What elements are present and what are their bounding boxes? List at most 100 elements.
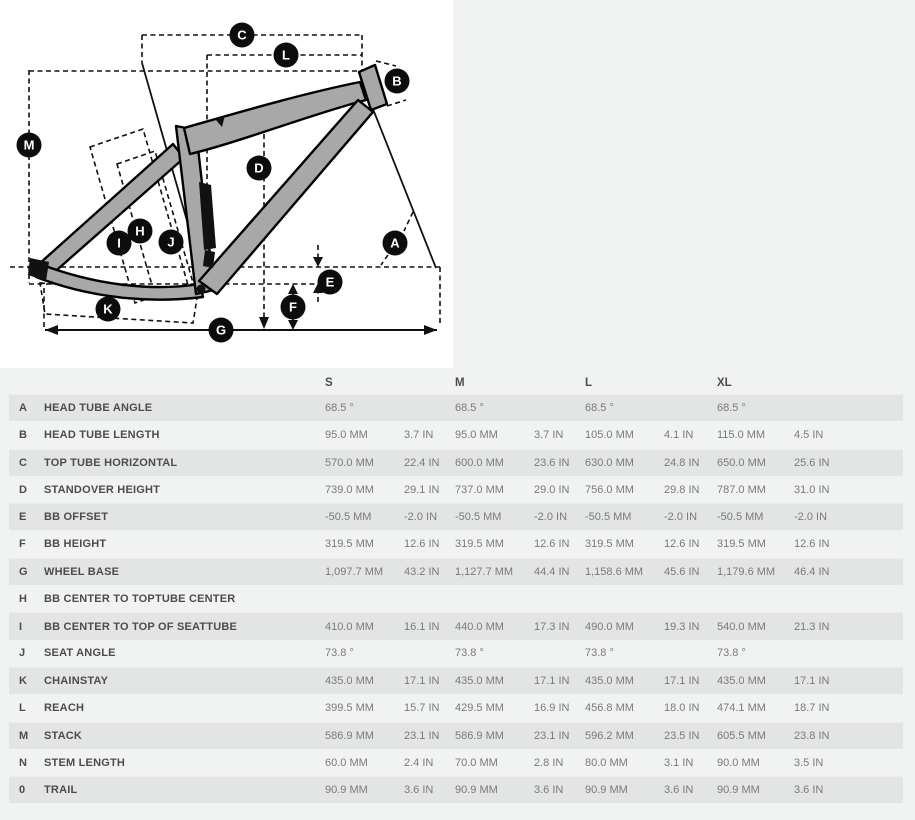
- row-measurement-name: REACH: [44, 701, 85, 714]
- row-value: 16.9 IN: [534, 701, 570, 714]
- row-letter: H: [19, 592, 28, 605]
- table-row: J SEAT ANGLE 73.8 ° 73.8 ° 73.8 ° 73.8 °: [9, 640, 903, 667]
- row-value: 435.0 MM: [717, 675, 766, 688]
- row-value: 23.6 IN: [534, 456, 570, 469]
- row-measurement-name: BB CENTER TO TOP OF SEATTUBE: [44, 620, 238, 633]
- table-row: L REACH 399.5 MM 15.7 IN 429.5 MM 16.9 IN 456.…: [9, 694, 903, 721]
- row-measurement-name: BB OFFSET: [44, 511, 109, 524]
- row-value: -2.0 IN: [794, 511, 828, 524]
- row-value: 90.9 MM: [325, 784, 368, 797]
- row-value: 12.6 IN: [534, 538, 570, 551]
- row-value: 68.5 °: [455, 402, 484, 415]
- row-value: 90.9 MM: [585, 784, 628, 797]
- table-row: E BB OFFSET -50.5 MM -2.0 IN -50.5 MM -2.0 IN…: [9, 503, 903, 531]
- row-letter: N: [19, 756, 28, 769]
- row-value: 586.9 MM: [455, 729, 504, 742]
- row-value: 2.4 IN: [404, 756, 434, 769]
- row-measurement-name: STEM LENGTH: [44, 756, 126, 769]
- row-value: 43.2 IN: [404, 565, 440, 578]
- bike-geometry-page: { "colors": { "page_bg": "#f1f2f2", "dia…: [0, 0, 915, 820]
- row-value: 474.1 MM: [717, 701, 766, 714]
- table-row: G WHEEL BASE 1,097.7 MM 43.2 IN 1,127.7 MM 44…: [9, 557, 903, 586]
- row-value: 90.0 MM: [717, 756, 760, 769]
- row-measurement-name: TRAIL: [44, 784, 78, 797]
- row-value: 540.0 MM: [717, 620, 766, 633]
- row-value: 596.2 MM: [585, 729, 634, 742]
- size-header-m: M: [455, 376, 465, 389]
- row-value: 24.8 IN: [664, 456, 700, 469]
- row-value: 19.3 IN: [664, 620, 700, 633]
- size-header-l: L: [585, 376, 593, 389]
- row-value: 73.8 °: [325, 647, 354, 660]
- table-row: K CHAINSTAY 435.0 MM 17.1 IN 435.0 MM 17.1 IN…: [9, 666, 903, 695]
- row-letter: I: [19, 620, 23, 633]
- row-value: 73.8 °: [585, 647, 614, 660]
- row-measurement-name: SEAT ANGLE: [44, 647, 116, 660]
- table-row: D STANDOVER HEIGHT 739.0 MM 29.1 IN 737.0 MM…: [9, 476, 903, 503]
- row-value: 23.5 IN: [664, 729, 700, 742]
- row-value: 23.1 IN: [534, 729, 570, 742]
- table-row: C TOP TUBE HORIZONTAL 570.0 MM 22.4 IN 600.0…: [9, 448, 903, 476]
- row-value: 570.0 MM: [325, 456, 374, 469]
- row-letter: C: [19, 456, 28, 469]
- row-value: 3.7 IN: [404, 428, 434, 441]
- row-value: 3.6 IN: [664, 784, 694, 797]
- row-value: 1,097.7 MM: [325, 565, 384, 578]
- row-measurement-name: STACK: [44, 729, 83, 742]
- geometry-rows: A HEAD TUBE ANGLE 68.5 ° 68.5 ° 68.5 ° 68.5 °…: [9, 394, 903, 804]
- row-value: 46.4 IN: [794, 565, 830, 578]
- row-value: 319.5 MM: [585, 538, 634, 551]
- row-value: 44.4 IN: [534, 565, 570, 578]
- table-row: N STEM LENGTH 60.0 MM 2.4 IN 70.0 MM 2.8 IN 80…: [9, 749, 903, 776]
- geometry-table: S M L XL A HEAD TUBE ANGLE 68.5 ° 68.5 ° 68.…: [9, 371, 903, 804]
- row-value: 90.9 MM: [717, 784, 760, 797]
- row-value: 1,179.6 MM: [717, 565, 776, 578]
- row-value: 18.7 IN: [794, 701, 830, 714]
- diagram-label-A: A: [382, 230, 408, 256]
- row-letter: J: [19, 647, 26, 660]
- row-value: 1,127.7 MM: [455, 565, 514, 578]
- row-measurement-name: BB HEIGHT: [44, 538, 107, 551]
- row-measurement-name: HEAD TUBE ANGLE: [44, 402, 153, 415]
- diagram-label-I: I: [106, 230, 132, 256]
- row-value: 739.0 MM: [325, 483, 374, 496]
- table-row: H BB CENTER TO TOPTUBE CENTER: [9, 585, 903, 612]
- row-value: 17.1 IN: [534, 675, 570, 688]
- table-row: B HEAD TUBE LENGTH 95.0 MM 3.7 IN 95.0 MM 3.7…: [9, 421, 903, 448]
- row-measurement-name: HEAD TUBE LENGTH: [44, 428, 160, 441]
- row-value: 17.3 IN: [534, 620, 570, 633]
- row-letter: G: [19, 565, 28, 578]
- row-letter: B: [19, 428, 28, 441]
- row-value: -50.5 MM: [585, 511, 632, 524]
- row-value: 410.0 MM: [325, 620, 374, 633]
- row-value: 3.6 IN: [404, 784, 434, 797]
- diagram-label-D: D: [246, 155, 272, 181]
- row-value: 319.5 MM: [325, 538, 374, 551]
- row-value: 650.0 MM: [717, 456, 766, 469]
- row-value: 68.5 °: [717, 402, 746, 415]
- row-value: 80.0 MM: [585, 756, 628, 769]
- row-value: 68.5 °: [585, 402, 614, 415]
- row-value: 787.0 MM: [717, 483, 766, 496]
- row-value: 60.0 MM: [325, 756, 368, 769]
- row-value: 105.0 MM: [585, 428, 634, 441]
- row-value: 2.8 IN: [534, 756, 564, 769]
- row-value: 31.0 IN: [794, 483, 830, 496]
- table-row: I BB CENTER TO TOP OF SEATTUBE 410.0 MM 16.…: [9, 612, 903, 640]
- row-value: 45.6 IN: [664, 565, 700, 578]
- row-value: -2.0 IN: [664, 511, 698, 524]
- row-value: 3.5 IN: [794, 756, 824, 769]
- row-value: 429.5 MM: [455, 701, 504, 714]
- diagram-label-M: M: [16, 132, 42, 158]
- row-value: 95.0 MM: [455, 428, 498, 441]
- size-header-row: S M L XL: [9, 371, 903, 394]
- row-value: 25.6 IN: [794, 456, 830, 469]
- row-value: 12.6 IN: [664, 538, 700, 551]
- row-value: 1,158.6 MM: [585, 565, 644, 578]
- frame-geometry-diagram: ABCDEFGHIJKLM: [0, 0, 453, 368]
- row-value: 21.3 IN: [794, 620, 830, 633]
- row-value: 440.0 MM: [455, 620, 504, 633]
- table-row: M STACK 586.9 MM 23.1 IN 586.9 MM 23.1 IN 596.…: [9, 721, 903, 749]
- row-value: 15.7 IN: [404, 701, 440, 714]
- row-value: 16.1 IN: [404, 620, 440, 633]
